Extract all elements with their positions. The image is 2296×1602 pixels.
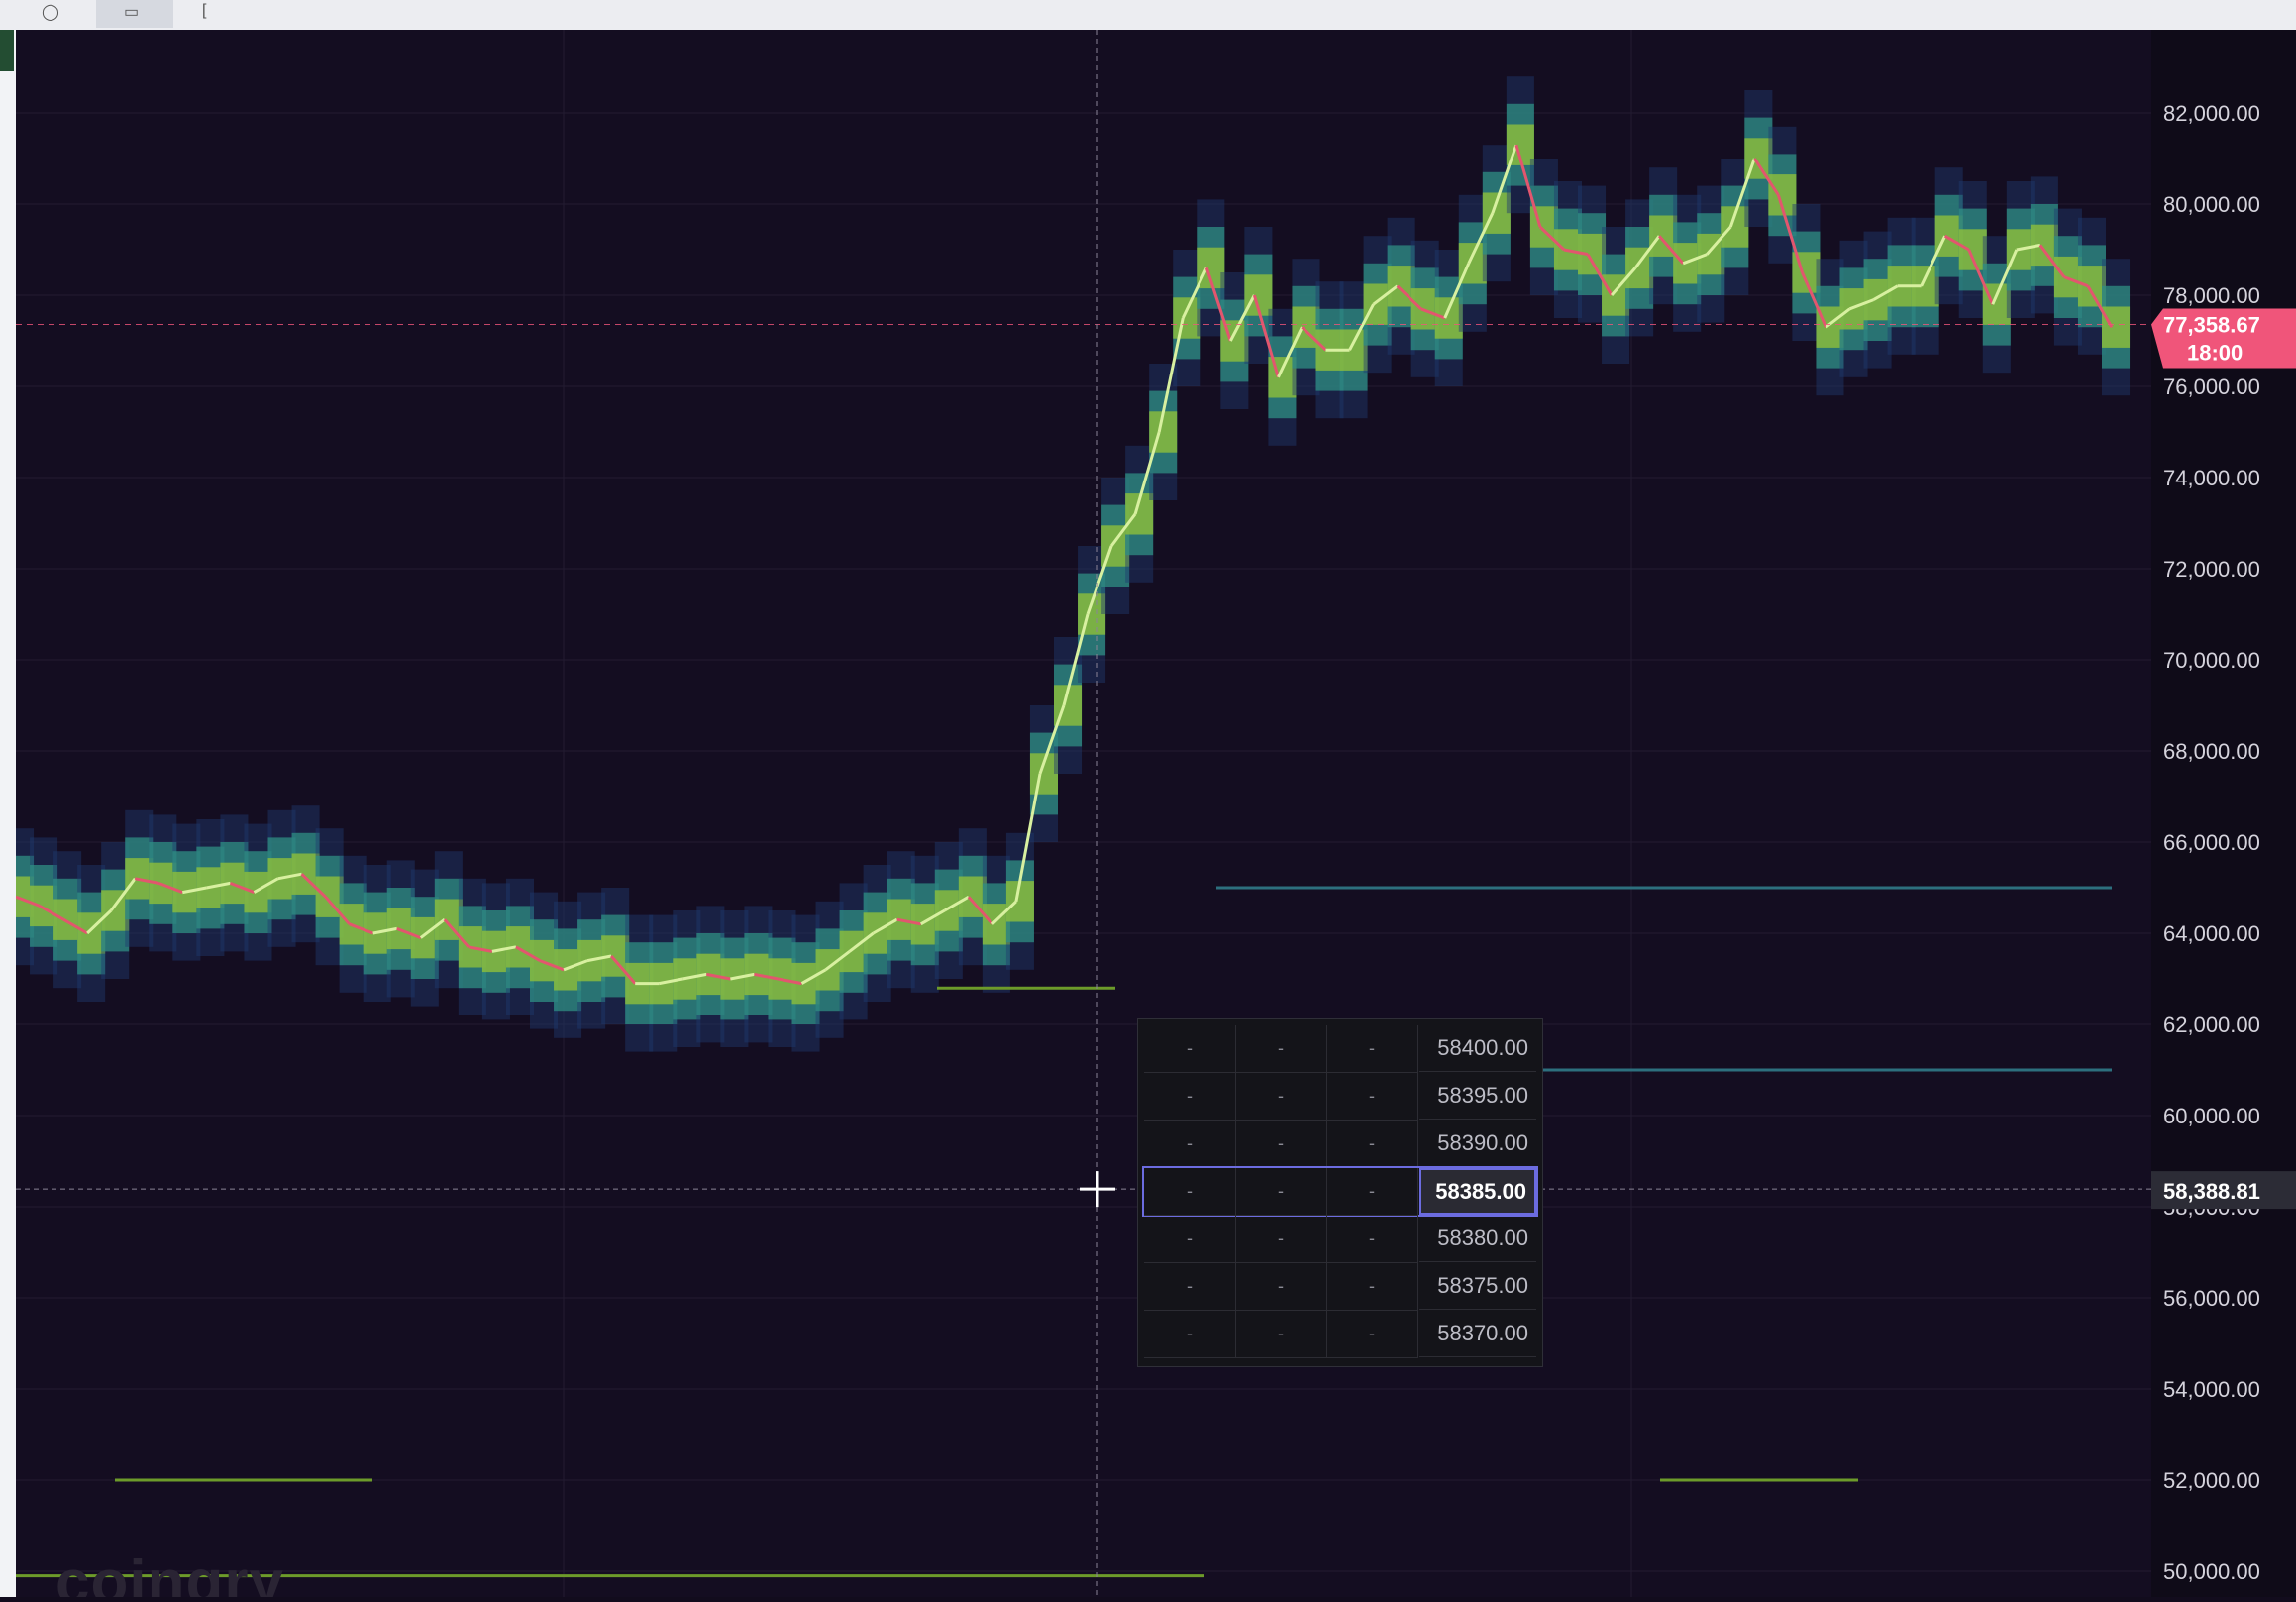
- watermark-logo: coingry: [55, 1549, 284, 1597]
- y-tick-label: 54,000.00: [2163, 1377, 2260, 1402]
- liquidity-band-high: [101, 890, 130, 931]
- orderbook-cell-1: -: [1144, 1311, 1236, 1358]
- orderbook-cell-3: -: [1326, 1025, 1418, 1073]
- y-tick-label: 78,000.00: [2163, 283, 2260, 308]
- y-tick-label: 82,000.00: [2163, 101, 2260, 126]
- crosshair-price-label: 58,388.81: [2163, 1179, 2260, 1204]
- orderbook-row[interactable]: - - -58375.00: [1144, 1263, 1536, 1311]
- orderbook-cell-1: -: [1144, 1073, 1236, 1121]
- liquidity-band-high: [244, 871, 272, 913]
- orderbook-row[interactable]: - - -58400.00: [1144, 1025, 1536, 1073]
- orderbook-price: 58380.00: [1419, 1216, 1536, 1262]
- liquidity-band-high: [410, 916, 439, 959]
- orderbook-cell-3: -: [1326, 1073, 1418, 1121]
- orderbook-row[interactable]: - - -58380.00: [1144, 1216, 1536, 1263]
- orderbook-price: 58400.00: [1419, 1025, 1536, 1072]
- liquidity-band-high: [1268, 357, 1297, 398]
- orderbook-row[interactable]: - - -58390.00: [1144, 1121, 1536, 1168]
- liquidity-band-high: [1363, 283, 1392, 325]
- y-tick-label: 70,000.00: [2163, 648, 2260, 673]
- y-tick-label: 74,000.00: [2163, 466, 2260, 490]
- bracket-icon[interactable]: [: [202, 2, 206, 20]
- heatmap-svg[interactable]: [16, 30, 2151, 1597]
- y-tick-label: 80,000.00: [2163, 192, 2260, 217]
- info-icon[interactable]: ◯: [42, 2, 59, 22]
- orderbook-cell-1: -: [1144, 1025, 1236, 1073]
- orderbook-row[interactable]: - - -58370.00: [1144, 1311, 1536, 1358]
- y-tick-label: 68,000.00: [2163, 739, 2260, 764]
- orderbook-cell-3: -: [1326, 1168, 1418, 1216]
- orderbook-price: 58395.00: [1419, 1073, 1536, 1120]
- orderbook-cell-2: -: [1235, 1216, 1327, 1263]
- y-tick-label: 52,000.00: [2163, 1468, 2260, 1493]
- liquidity-band-high: [1958, 229, 1987, 270]
- y-tick-label: 64,000.00: [2163, 921, 2260, 946]
- orderbook-cell-1: -: [1144, 1216, 1236, 1263]
- y-tick-label: 60,000.00: [2163, 1104, 2260, 1128]
- y-tick-label: 62,000.00: [2163, 1013, 2260, 1037]
- y-tick-label: 50,000.00: [2163, 1559, 2260, 1584]
- liquidity-band-high: [1434, 297, 1463, 339]
- orderbook-price: 58390.00: [1419, 1121, 1536, 1167]
- last-price-label: 77,358.67: [2163, 313, 2260, 338]
- liquidity-band-high: [1863, 278, 1892, 321]
- orderbook-cell-2: -: [1235, 1121, 1327, 1168]
- liquidity-band-high: [2077, 266, 2106, 307]
- liquidity-band-high: [1625, 247, 1654, 289]
- price-axis[interactable]: 50,000.0052,000.0054,000.0056,000.0058,0…: [2151, 30, 2296, 1597]
- orderbook-cell-2: -: [1235, 1168, 1327, 1216]
- left-edge-accent: [0, 30, 14, 71]
- orderbook-popup[interactable]: - - -58400.00- - -58395.00- - -58390.00- - -5838…: [1137, 1018, 1543, 1367]
- liquidity-band-high: [815, 949, 844, 991]
- price-axis-svg: 50,000.0052,000.0054,000.0056,000.0058,0…: [2151, 101, 2296, 1584]
- y-tick-label: 72,000.00: [2163, 557, 2260, 582]
- orderbook-price: 58370.00: [1419, 1311, 1536, 1357]
- orderbook-cell-2: -: [1235, 1311, 1327, 1358]
- heatmap-plot-area[interactable]: coingry: [16, 30, 2151, 1597]
- liquidity-band-high: [30, 885, 58, 927]
- orderbook-cell-3: -: [1326, 1263, 1418, 1311]
- orderbook-row[interactable]: - - -58395.00: [1144, 1073, 1536, 1121]
- orderbook-cell-2: -: [1235, 1073, 1327, 1121]
- orderbook-price: 58375.00: [1419, 1263, 1536, 1310]
- orderbook-cell-1: -: [1144, 1263, 1236, 1311]
- layout-icon: ▭: [124, 4, 140, 21]
- left-edge-strip: [0, 30, 16, 1597]
- top-toolbar: ◯ ▭ [: [0, 0, 2296, 30]
- orderbook-row[interactable]: - - -58385.00: [1142, 1166, 1538, 1217]
- liquidity-band-high: [839, 930, 868, 973]
- orderbook-cell-3: -: [1326, 1121, 1418, 1168]
- orderbook-cell-2: -: [1235, 1263, 1327, 1311]
- orderbook-cell-1: -: [1144, 1121, 1236, 1168]
- orderbook-cell-1: -: [1144, 1168, 1236, 1216]
- y-tick-label: 76,000.00: [2163, 374, 2260, 399]
- liquidity-band-high: [863, 912, 891, 954]
- orderbook-cell-3: -: [1326, 1311, 1418, 1358]
- liquidity-band-high: [934, 890, 963, 931]
- countdown-label: 18:00: [2187, 341, 2243, 366]
- layout-button[interactable]: ▭: [96, 0, 173, 28]
- orderbook-price: 58385.00: [1419, 1168, 1536, 1215]
- liquidity-band-high: [53, 899, 82, 940]
- y-tick-label: 66,000.00: [2163, 830, 2260, 855]
- liquidity-band-high: [1173, 297, 1201, 339]
- y-tick-label: 56,000.00: [2163, 1286, 2260, 1311]
- liquidity-band-high: [2102, 306, 2131, 348]
- orderbook-cell-3: -: [1326, 1216, 1418, 1263]
- orderbook-cell-2: -: [1235, 1025, 1327, 1073]
